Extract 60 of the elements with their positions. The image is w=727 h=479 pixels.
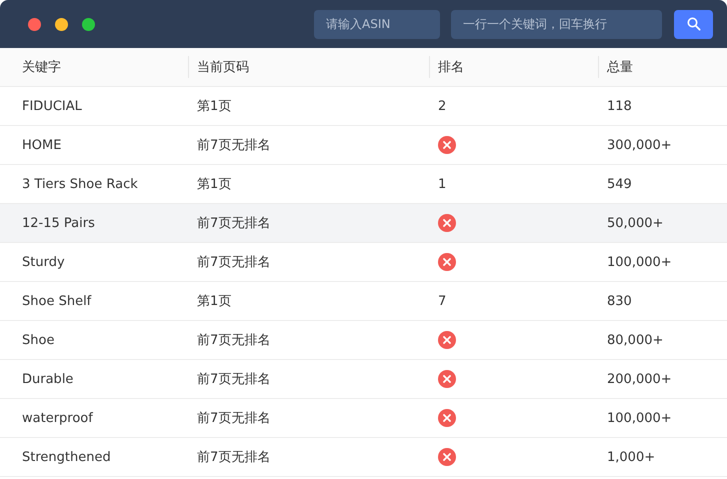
maximize-button[interactable]	[82, 18, 95, 30]
page-cell-text: 前7页无排名	[197, 371, 270, 388]
total-cell: 80,000+	[607, 332, 664, 348]
page-cell-text: 前7页无排名	[197, 332, 270, 349]
keyword-cell: HOME	[22, 138, 62, 152]
table-row[interactable]: Shoe 前7页无排名 80,000+	[0, 321, 727, 360]
table-row[interactable]: Durable 前7页无排名 200,000+	[0, 360, 727, 399]
error-icon	[438, 448, 456, 466]
total-cell: 100,000+	[607, 410, 672, 426]
total-cell: 300,000+	[607, 138, 672, 152]
table-row[interactable]: Shoe Shelf 第1页 7 830	[0, 282, 727, 321]
page-cell-text: 前7页无排名	[197, 449, 270, 466]
column-header: 总量	[607, 59, 633, 76]
column-header: 当前页码	[197, 59, 249, 76]
table-row[interactable]: waterproof 前7页无排名 100,000+	[0, 399, 727, 438]
error-icon	[438, 253, 456, 271]
total-cell: 118	[607, 98, 632, 114]
page-cell-text: 前7页无排名	[197, 410, 270, 427]
page-cell-text: 前7页无排名	[197, 137, 270, 154]
error-icon	[438, 331, 456, 349]
error-icon	[438, 409, 456, 427]
keyword-cell: 3 Tiers Shoe Rack	[22, 176, 138, 192]
table-row[interactable]: HOME 前7页无排名 300,000+	[0, 126, 727, 165]
total-cell: 50,000+	[607, 216, 664, 230]
keyword-cell: waterproof	[22, 410, 93, 426]
page-cell-text: 第1页	[197, 176, 232, 193]
keyword-cell: FIDUCIAL	[22, 98, 82, 114]
rank-cell: 1	[438, 176, 446, 192]
table-row[interactable]: 12-15 Pairs 前7页无排名 50,000+	[0, 204, 727, 243]
rank-cell: 2	[438, 98, 446, 114]
keyword-cell: Shoe Shelf	[22, 294, 92, 308]
total-cell: 200,000+	[607, 372, 672, 386]
keyword-cell: 12-15 Pairs	[22, 216, 95, 230]
total-cell: 1,000+	[607, 450, 656, 464]
page-cell-text: 第1页	[197, 98, 232, 115]
column-header: 关键字	[22, 59, 61, 76]
table-row[interactable]: FIDUCIAL 第1页 2 118	[0, 87, 727, 126]
total-cell: 830	[607, 294, 632, 308]
table-row[interactable]: Strengthened 前7页无排名 1,000+	[0, 438, 727, 477]
error-icon	[438, 136, 456, 154]
keyword-cell: Shoe	[22, 332, 54, 348]
keyword-cell: Sturdy	[22, 254, 65, 270]
page-cell-text: 第1页	[197, 293, 232, 310]
asin-input-field[interactable]: 请输入ASIN	[314, 10, 440, 38]
column-header: 排名	[438, 59, 464, 76]
search-button[interactable]	[674, 10, 713, 38]
total-cell: 549	[607, 176, 632, 192]
minimize-button[interactable]	[55, 18, 68, 30]
total-cell: 100,000+	[607, 254, 672, 270]
rank-cell: 7	[438, 294, 446, 308]
keywords-input-field[interactable]: 一行一个关键词，回车换行	[451, 10, 662, 38]
page-cell-text: 前7页无排名	[197, 254, 270, 271]
error-icon	[438, 370, 456, 388]
search-icon	[686, 17, 700, 31]
error-icon	[438, 214, 456, 232]
close-button[interactable]	[28, 18, 41, 30]
keyword-cell: Strengthened	[22, 450, 111, 464]
table-row[interactable]: Sturdy 前7页无排名 100,000+	[0, 243, 727, 282]
page-cell-text: 前7页无排名	[197, 215, 270, 232]
keyword-cell: Durable	[22, 372, 74, 386]
